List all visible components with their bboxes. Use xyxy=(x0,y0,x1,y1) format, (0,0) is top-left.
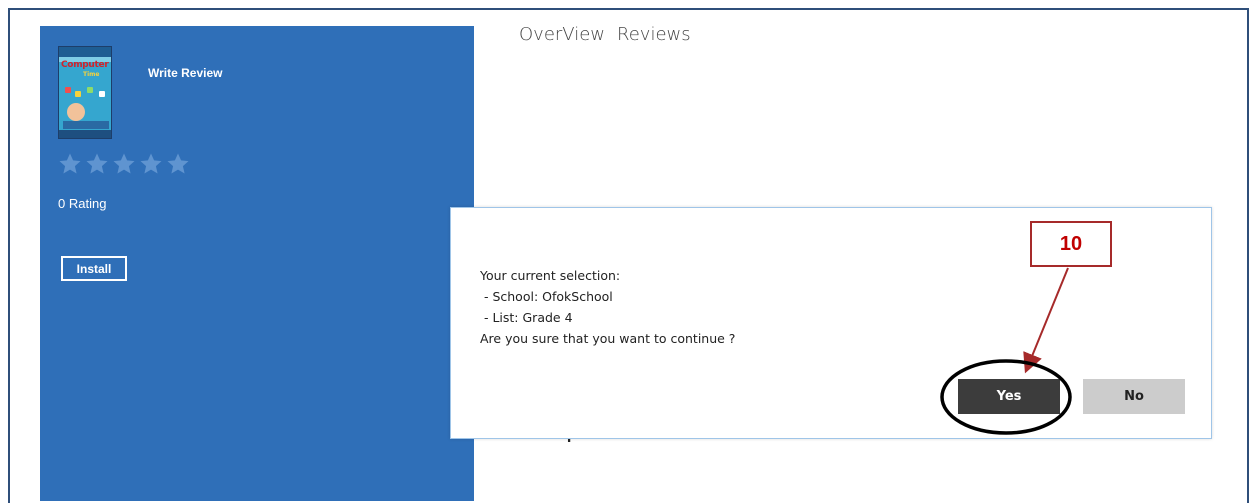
tab-reviews[interactable]: Reviews xyxy=(617,24,691,45)
star-icon[interactable] xyxy=(58,152,82,176)
install-button[interactable]: Install xyxy=(61,256,127,281)
rating-count-label: 0 Rating xyxy=(58,196,107,211)
star-icon[interactable] xyxy=(112,152,136,176)
dialog-line: - List: Grade 4 xyxy=(480,310,573,325)
write-review-link[interactable]: Write Review xyxy=(148,66,222,80)
yes-button[interactable]: Yes xyxy=(958,379,1060,414)
dialog-message: Your current selection: - School: OfokSc… xyxy=(480,265,735,349)
no-button[interactable]: No xyxy=(1083,379,1185,414)
star-icon[interactable] xyxy=(139,152,163,176)
dialog-line: Your current selection: xyxy=(480,268,621,283)
book-cover-image[interactable]: Computer Time xyxy=(58,46,112,139)
dialog-line: - School: OfokSchool xyxy=(480,289,613,304)
dialog-line: Are you sure that you want to continue ? xyxy=(480,331,736,346)
star-icon[interactable] xyxy=(85,152,109,176)
star-icon[interactable] xyxy=(166,152,190,176)
cover-subtitle: Time xyxy=(83,71,100,78)
cover-title: Computer xyxy=(61,60,109,70)
app-details-panel: Computer Time Write Review 0 Rating Inst… xyxy=(40,26,474,501)
details-tabs: OverView Reviews xyxy=(519,24,691,45)
tab-overview[interactable]: OverView xyxy=(519,24,605,45)
rating-stars[interactable] xyxy=(58,152,190,176)
step-number-callout: 10 xyxy=(1030,221,1112,267)
